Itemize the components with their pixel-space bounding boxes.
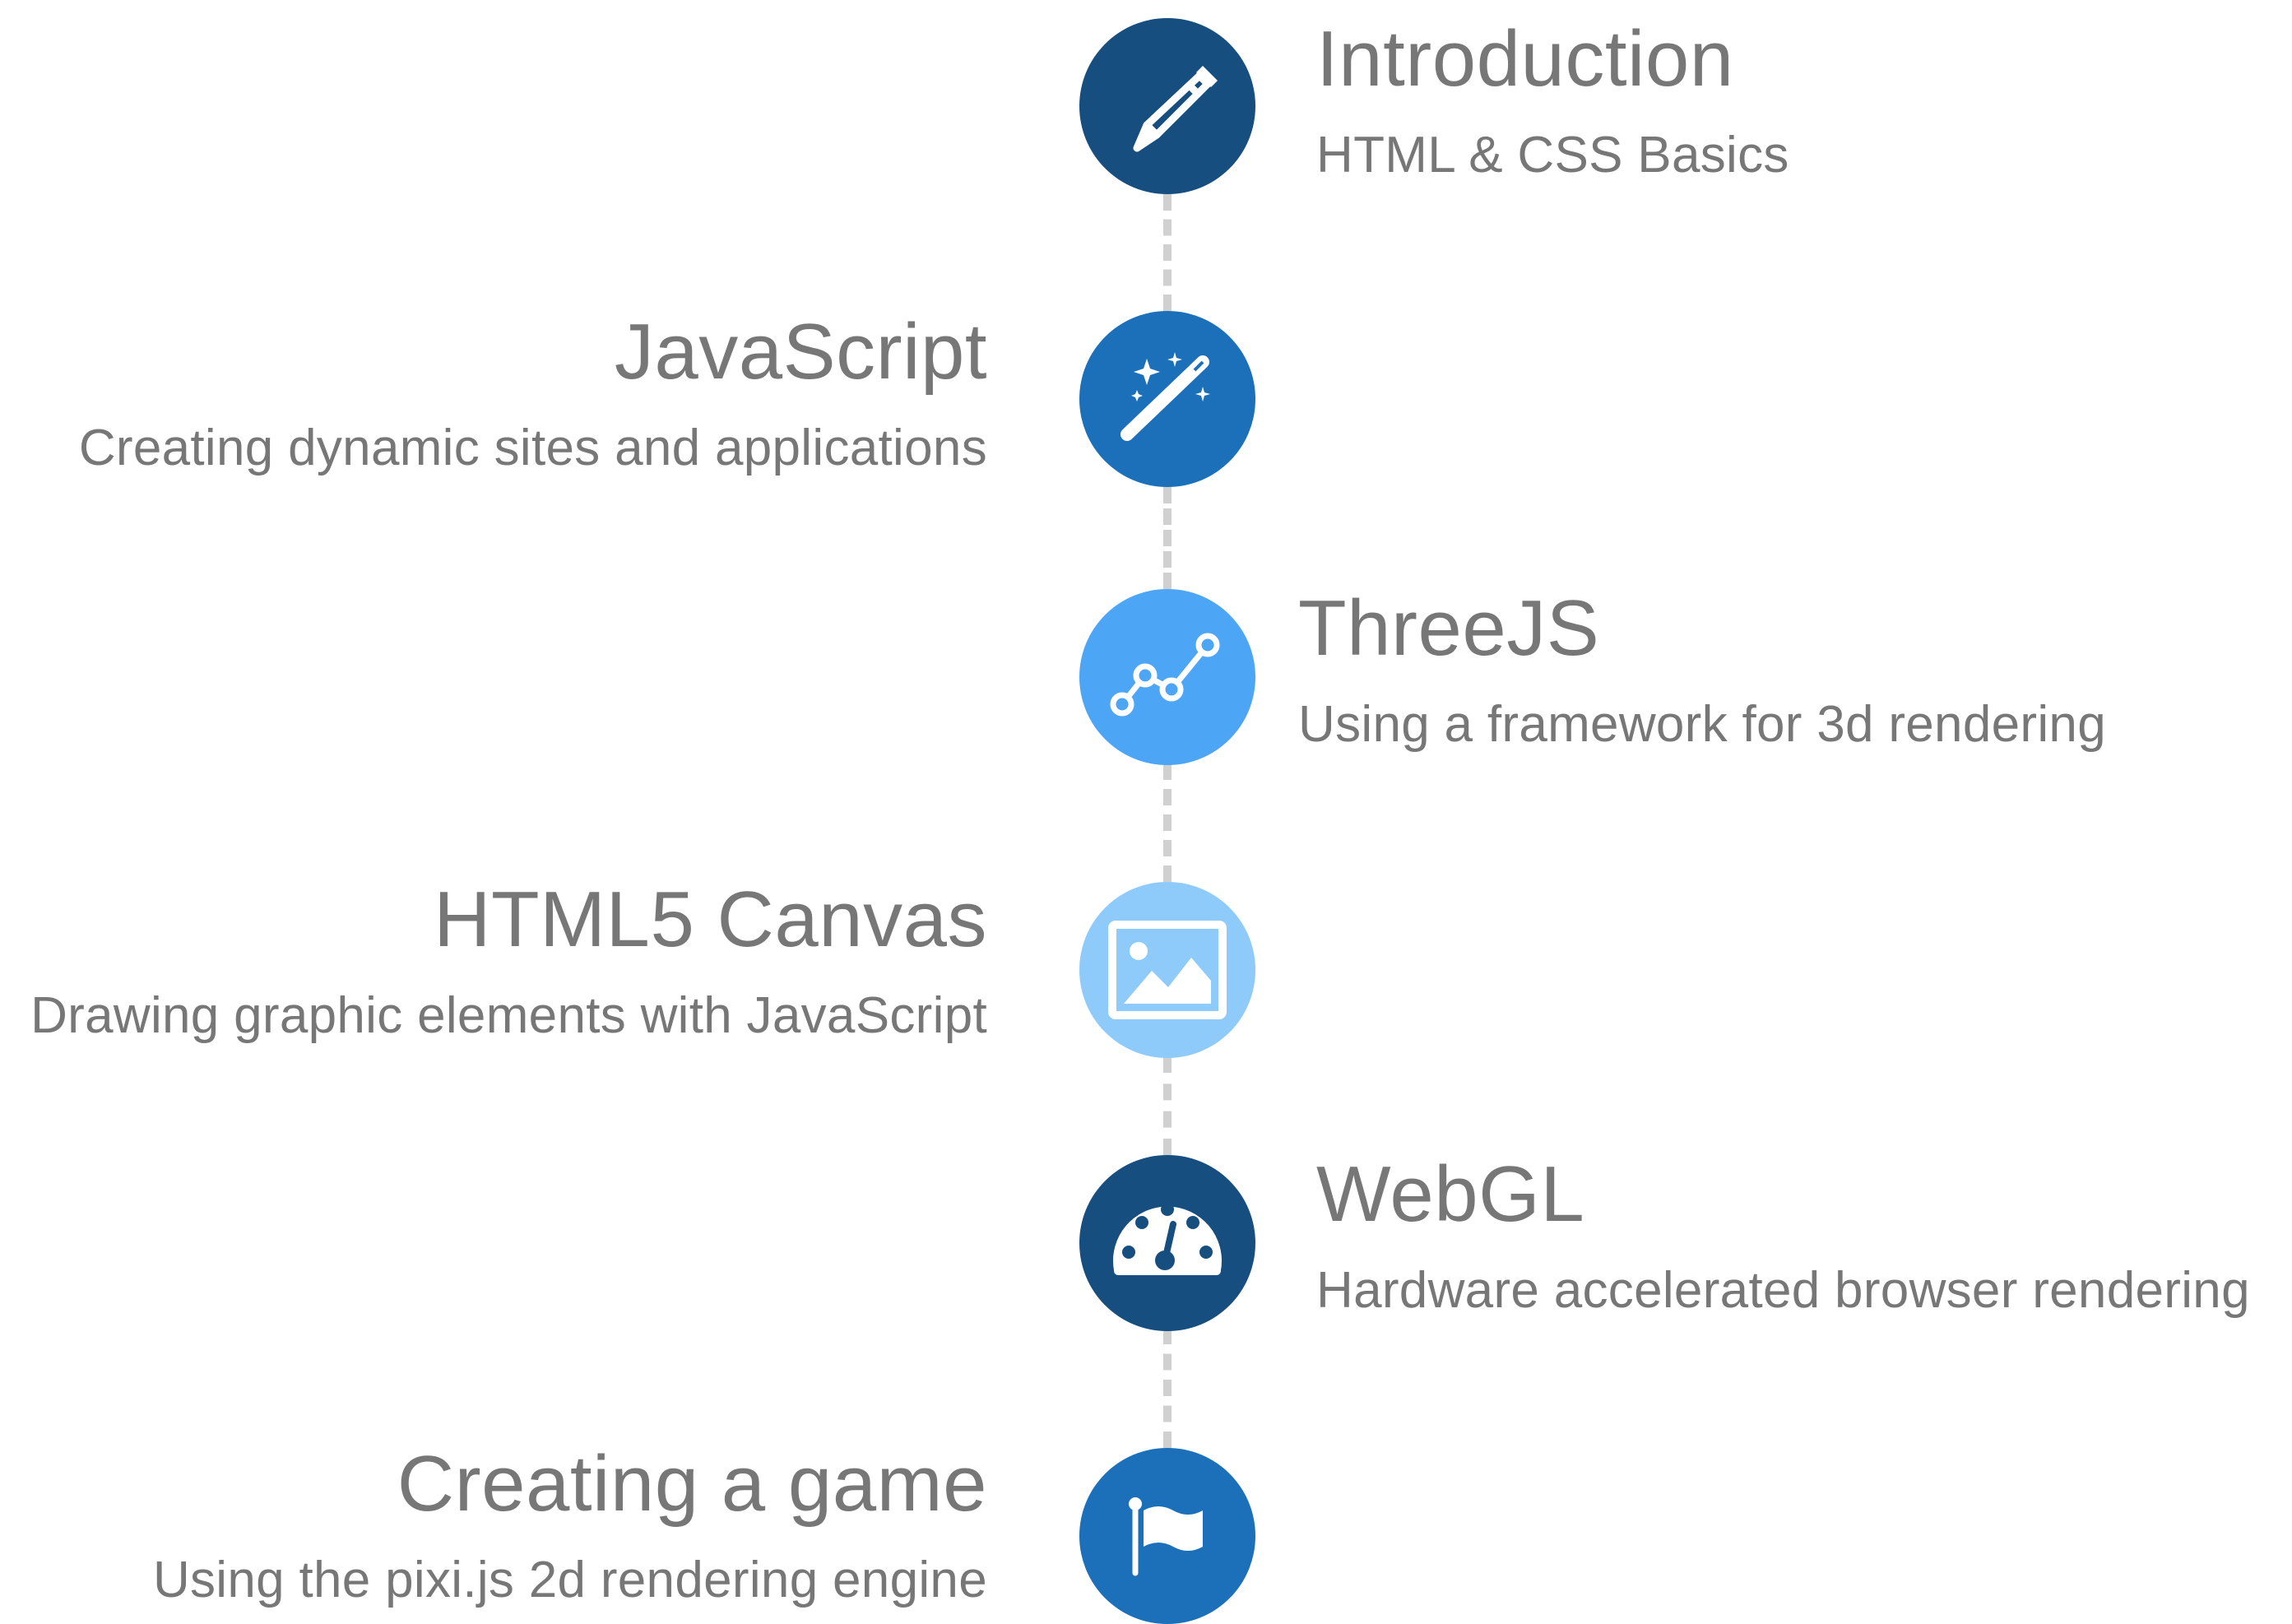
timeline-connector xyxy=(1163,1328,1172,1448)
milestone-subtitle: Creating dynamic sites and applications xyxy=(78,420,987,476)
milestone-title: WebGL xyxy=(1316,1150,1585,1238)
milestone-text-creating-a-game: Creating a game Using the pixi.js 2d ren… xyxy=(153,1445,987,1606)
timeline-connector xyxy=(1163,1056,1172,1155)
milestone-title: ThreeJS xyxy=(1298,584,1600,672)
milestone-subtitle: HTML & CSS Basics xyxy=(1316,127,1789,183)
milestone-node-webgl xyxy=(1079,1155,1255,1331)
milestone-subtitle: Using the pixi.js 2d rendering engine xyxy=(152,1552,987,1608)
milestone-text-javascript: JavaScript Creating dynamic sites and ap… xyxy=(79,313,987,474)
milestone-node-introduction xyxy=(1079,18,1255,194)
milestone-node-creating-a-game xyxy=(1079,1448,1255,1624)
milestone-text-introduction: Introduction HTML & CSS Basics xyxy=(1316,20,1789,181)
milestone-subtitle: Drawing graphic elements with JavaScript xyxy=(30,987,987,1044)
milestone-text-threejs: ThreeJS Using a framework for 3d renderi… xyxy=(1298,589,2106,750)
milestone-text-html5-canvas: HTML5 Canvas Drawing graphic elements wi… xyxy=(30,880,987,1042)
milestone-node-threejs xyxy=(1079,589,1255,765)
milestone-node-javascript xyxy=(1079,311,1255,487)
image-icon xyxy=(1079,882,1255,1058)
magic-wand-icon xyxy=(1079,311,1255,487)
milestone-text-webgl: WebGL Hardware accelerated browser rende… xyxy=(1316,1155,2250,1316)
milestone-title: Creating a game xyxy=(397,1440,987,1528)
speedometer-icon xyxy=(1079,1155,1255,1331)
pencil-icon xyxy=(1079,18,1255,194)
milestone-subtitle: Hardware accelerated browser rendering xyxy=(1316,1262,2250,1319)
milestone-subtitle: Using a framework for 3d rendering xyxy=(1298,696,2106,753)
timeline-connector xyxy=(1163,487,1172,589)
milestone-title: Introduction xyxy=(1316,15,1734,103)
milestone-title: HTML5 Canvas xyxy=(434,875,987,963)
graph-nodes-icon xyxy=(1079,589,1255,765)
milestone-node-html5-canvas xyxy=(1079,882,1255,1058)
node-circle xyxy=(1079,882,1255,1058)
timeline-connector xyxy=(1163,194,1172,311)
timeline-connector xyxy=(1163,763,1172,882)
node-circle xyxy=(1079,589,1255,765)
milestone-title: JavaScript xyxy=(614,308,987,396)
flag-icon xyxy=(1079,1448,1255,1624)
timeline: Introduction HTML & CSS Basics JavaScrip… xyxy=(0,0,2292,1624)
